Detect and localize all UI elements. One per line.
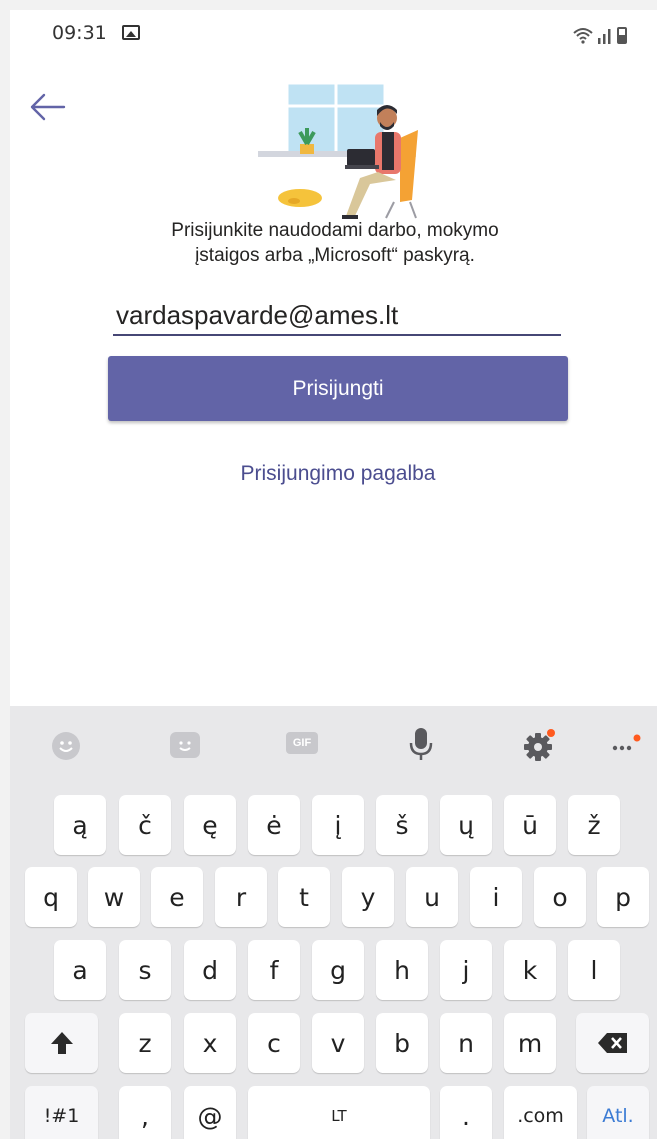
key-letter[interactable]: e bbox=[151, 867, 203, 927]
key-letter[interactable]: ė bbox=[248, 795, 300, 855]
key-letter[interactable]: ū bbox=[504, 795, 556, 855]
space-key[interactable]: LT bbox=[248, 1086, 430, 1139]
key-letter[interactable]: v bbox=[312, 1013, 364, 1073]
status-indicators bbox=[573, 22, 627, 44]
at-key[interactable]: @ bbox=[184, 1086, 236, 1139]
backspace-key[interactable] bbox=[576, 1013, 649, 1073]
person-at-window-illustration bbox=[258, 81, 418, 219]
gif-icon[interactable]: GIF bbox=[286, 732, 318, 754]
key-letter[interactable]: q bbox=[25, 867, 77, 927]
key-letter[interactable]: w bbox=[88, 867, 140, 927]
key-letter[interactable]: r bbox=[215, 867, 267, 927]
emoji-icon[interactable] bbox=[52, 732, 80, 760]
key-letter[interactable]: k bbox=[504, 940, 556, 1000]
symbols-key[interactable]: !#1 bbox=[25, 1086, 98, 1139]
shift-key[interactable] bbox=[25, 1013, 98, 1073]
dotcom-key[interactable]: .com bbox=[504, 1086, 577, 1139]
signin-prompt: Prisijunkite naudodami darbo, mokymo įst… bbox=[100, 218, 570, 268]
key-letter[interactable]: o bbox=[534, 867, 586, 927]
key-letter[interactable]: f bbox=[248, 940, 300, 1000]
wifi-icon bbox=[573, 28, 593, 44]
shift-arrow-icon bbox=[50, 1032, 73, 1054]
status-bar: 09:31 bbox=[10, 10, 657, 56]
key-letter[interactable]: y bbox=[342, 867, 394, 927]
signin-help-link[interactable]: Prisijungimo pagalba bbox=[108, 462, 568, 486]
back-arrow-icon[interactable] bbox=[28, 90, 68, 124]
key-letter[interactable]: t bbox=[278, 867, 330, 927]
key-letter[interactable]: ž bbox=[568, 795, 620, 855]
key-letter[interactable]: ą bbox=[54, 795, 106, 855]
signal-icon bbox=[598, 29, 611, 44]
image-notification-icon bbox=[122, 25, 140, 40]
key-letter[interactable]: b bbox=[376, 1013, 428, 1073]
key-letter[interactable]: l bbox=[568, 940, 620, 1000]
key-letter[interactable]: ų bbox=[440, 795, 492, 855]
key-letter[interactable]: x bbox=[184, 1013, 236, 1073]
period-key[interactable]: . bbox=[440, 1086, 492, 1139]
key-letter[interactable]: i bbox=[470, 867, 522, 927]
key-letter[interactable]: p bbox=[597, 867, 649, 927]
status-time: 09:31 bbox=[52, 22, 107, 44]
on-screen-keyboard: GIF ą č ę ė į š ų ū ž q w e r t y u i o … bbox=[10, 706, 657, 1139]
email-input[interactable] bbox=[113, 296, 561, 336]
key-letter[interactable]: z bbox=[119, 1013, 171, 1073]
prompt-line-1: Prisijunkite naudodami darbo, mokymo bbox=[171, 220, 499, 241]
key-letter[interactable]: n bbox=[440, 1013, 492, 1073]
battery-icon bbox=[617, 27, 627, 44]
more-options-icon[interactable] bbox=[610, 734, 644, 754]
signin-button[interactable]: Prisijungti bbox=[108, 356, 568, 421]
teams-signin-screen: 09:31 Prisijunkite naudodami darbo, moky… bbox=[10, 10, 657, 1139]
key-letter[interactable]: s bbox=[119, 940, 171, 1000]
enter-key[interactable]: Atl. bbox=[587, 1086, 649, 1139]
key-letter[interactable]: ę bbox=[184, 795, 236, 855]
key-letter[interactable]: g bbox=[312, 940, 364, 1000]
key-letter[interactable]: m bbox=[504, 1013, 556, 1073]
key-letter[interactable]: j bbox=[440, 940, 492, 1000]
key-letter[interactable]: d bbox=[184, 940, 236, 1000]
key-letter[interactable]: u bbox=[406, 867, 458, 927]
key-letter[interactable]: š bbox=[376, 795, 428, 855]
key-letter[interactable]: c bbox=[248, 1013, 300, 1073]
prompt-line-2: įstaigos arba „Microsoft“ paskyrą. bbox=[195, 245, 475, 266]
key-letter[interactable]: č bbox=[119, 795, 171, 855]
key-letter[interactable]: a bbox=[54, 940, 106, 1000]
key-letter[interactable]: h bbox=[376, 940, 428, 1000]
microphone-icon[interactable] bbox=[406, 726, 436, 762]
sticker-icon[interactable] bbox=[170, 732, 200, 758]
settings-gear-icon[interactable] bbox=[523, 728, 557, 762]
key-letter[interactable]: į bbox=[312, 795, 364, 855]
comma-key[interactable]: , bbox=[119, 1086, 171, 1139]
backspace-icon bbox=[597, 1033, 627, 1053]
keyboard-toolbar: GIF bbox=[10, 706, 657, 780]
